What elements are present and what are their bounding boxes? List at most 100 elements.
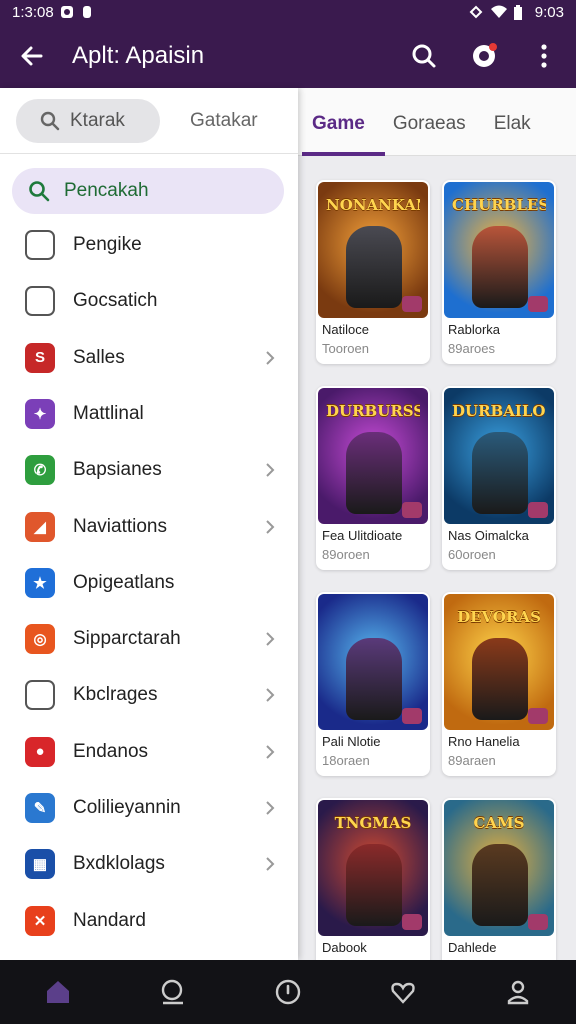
drawer-item-label: Gocsatich xyxy=(73,290,158,312)
game-title-art: NONANKAN xyxy=(326,196,420,214)
character-figure xyxy=(346,844,402,926)
nav-profile-button[interactable] xyxy=(498,972,538,1012)
wifi-icon xyxy=(490,5,507,19)
drawer-tab-ktarak[interactable]: Ktarak xyxy=(16,98,160,143)
drawer-item[interactable]: Pengike xyxy=(0,220,298,270)
search-icon xyxy=(412,44,436,68)
game-card[interactable]: CHURBLES Rablorka 89aroes xyxy=(442,180,556,364)
drawer-item[interactable]: ✕ Nandard xyxy=(0,896,298,946)
drawer-tab-gatakar[interactable]: Gatakar xyxy=(190,110,258,132)
game-title-art: CHURBLES xyxy=(452,196,546,214)
chevron-right-icon xyxy=(266,463,275,477)
game-artwork: CAMS xyxy=(444,800,554,936)
drawer-search-label: Pencakah xyxy=(64,180,149,201)
drawer-item[interactable]: ★ Opigeatlans xyxy=(0,558,298,608)
game-badge-icon xyxy=(402,914,422,930)
search-icon xyxy=(40,111,60,130)
game-card[interactable]: CAMS Dahlede xyxy=(442,798,556,960)
drawer-item-label: Opigeatlans xyxy=(73,571,175,593)
drawer-item[interactable]: ✎ Colilieyannin xyxy=(0,783,298,833)
tab-game[interactable]: Game xyxy=(298,88,385,156)
alert-icon xyxy=(80,5,94,19)
game-card[interactable]: DEVORAS Rno Hanelia 89araen xyxy=(442,592,556,776)
drawer-item-label: Salles xyxy=(73,346,125,368)
game-card[interactable]: DURBAILON Nas Oimalcka 60oroen xyxy=(442,386,556,570)
keyboard-icon: ▦ xyxy=(25,849,55,880)
arrow-left-icon xyxy=(21,46,43,66)
nav-discover-button[interactable] xyxy=(268,972,308,1012)
drawer-search-item[interactable]: Pencakah xyxy=(12,168,284,214)
game-name: Dabook xyxy=(322,940,367,955)
game-badge-icon xyxy=(402,296,422,312)
game-title-art: DURBAILON xyxy=(452,402,546,420)
tab-goraeas[interactable]: Goraeas xyxy=(379,88,480,156)
navigation-drawer: Ktarak Gatakar Pencakah Pengike Gocsatich… xyxy=(0,88,298,960)
notifications-button[interactable] xyxy=(468,40,500,72)
notification-dot xyxy=(489,43,497,51)
game-name: Dahlede xyxy=(448,940,497,955)
game-name: Pali Nlotie xyxy=(322,734,381,749)
bottom-navigation xyxy=(0,960,576,1024)
game-subtitle: Tooroen xyxy=(322,341,369,356)
game-card[interactable]: TNGMAS Dabook xyxy=(316,798,430,960)
drawer-item-label: Pengike xyxy=(73,234,142,255)
sales-app-icon: S xyxy=(25,342,55,373)
game-title-art: DURBURSS xyxy=(326,402,420,420)
drawer-item[interactable]: ◢ Naviattions xyxy=(0,502,298,552)
drawer-item[interactable]: ▦ Bxdklolags xyxy=(0,839,298,889)
game-artwork: DURBAILON xyxy=(444,388,554,524)
game-badge-icon xyxy=(402,708,422,724)
game-card[interactable]: DURBURSS Fea Ulitdioate 89oroen xyxy=(316,386,430,570)
drawer-item[interactable]: ✆ Bapsianes xyxy=(0,445,298,495)
back-button[interactable] xyxy=(16,40,48,72)
search-button[interactable] xyxy=(408,40,440,72)
chevron-right-icon xyxy=(266,688,275,703)
game-subtitle: 60oroen xyxy=(448,547,496,562)
drawer-item-label: Naviattions xyxy=(73,515,167,537)
status-bar: 1:3:08 9:03 xyxy=(0,0,576,24)
game-name: Nas Oimalcka xyxy=(448,528,529,543)
character-figure xyxy=(346,638,402,720)
character-figure xyxy=(346,226,402,308)
status-time: 1:3:08 xyxy=(12,3,54,21)
game-badge-icon xyxy=(528,502,548,518)
heart-icon xyxy=(391,982,415,1004)
game-badge-icon xyxy=(402,502,422,518)
drawer-item-label: Endanos xyxy=(73,740,149,762)
envelope-icon xyxy=(25,680,55,711)
drawer-item[interactable]: ◎ Sipparctarah xyxy=(0,614,298,664)
game-artwork: TNGMAS xyxy=(318,800,428,936)
tools-icon: ✎ xyxy=(25,793,55,823)
game-card[interactable]: NONANKAN Natiloce Tooroen xyxy=(316,180,430,364)
battery-icon xyxy=(513,5,527,20)
nav-favorites-button[interactable] xyxy=(383,972,423,1012)
drawer-item[interactable]: S Salles xyxy=(0,333,298,383)
sync-icon xyxy=(469,5,483,19)
game-name: Fea Ulitdioate xyxy=(322,528,403,543)
drawer-item[interactable]: ✦ Mattlinal xyxy=(0,389,298,439)
drawer-item-label: Sipparctarah xyxy=(73,628,181,650)
more-vert-icon xyxy=(541,44,547,68)
game-title-art xyxy=(326,604,420,630)
drawer-item[interactable]: Kbclrages xyxy=(0,670,298,720)
character-figure xyxy=(346,432,402,514)
game-badge-icon xyxy=(528,708,548,724)
game-title-art: TNGMAS xyxy=(334,814,412,832)
character-figure xyxy=(472,844,528,926)
record-icon: ● xyxy=(25,736,55,767)
tab-elak[interactable]: Elak xyxy=(480,88,545,156)
game-artwork: NONANKAN xyxy=(318,182,428,318)
nav-home-button[interactable] xyxy=(38,972,78,1012)
search-icon xyxy=(161,979,183,1005)
game-subtitle: 89aroes xyxy=(448,341,495,356)
game-card[interactable]: Pali Nlotie 18oraen xyxy=(316,592,430,776)
status-clock: 9:03 xyxy=(534,3,564,21)
drawer-item-label: Bapsianes xyxy=(73,459,162,481)
drawer-item[interactable]: ● Endanos xyxy=(0,727,298,777)
drawer-item[interactable]: Gocsatich xyxy=(0,276,298,326)
chevron-right-icon xyxy=(266,350,275,365)
star-app-icon: ★ xyxy=(25,567,55,598)
nav-search-button[interactable] xyxy=(153,972,193,1012)
more-options-button[interactable] xyxy=(528,40,560,72)
notification-icon xyxy=(60,5,74,19)
